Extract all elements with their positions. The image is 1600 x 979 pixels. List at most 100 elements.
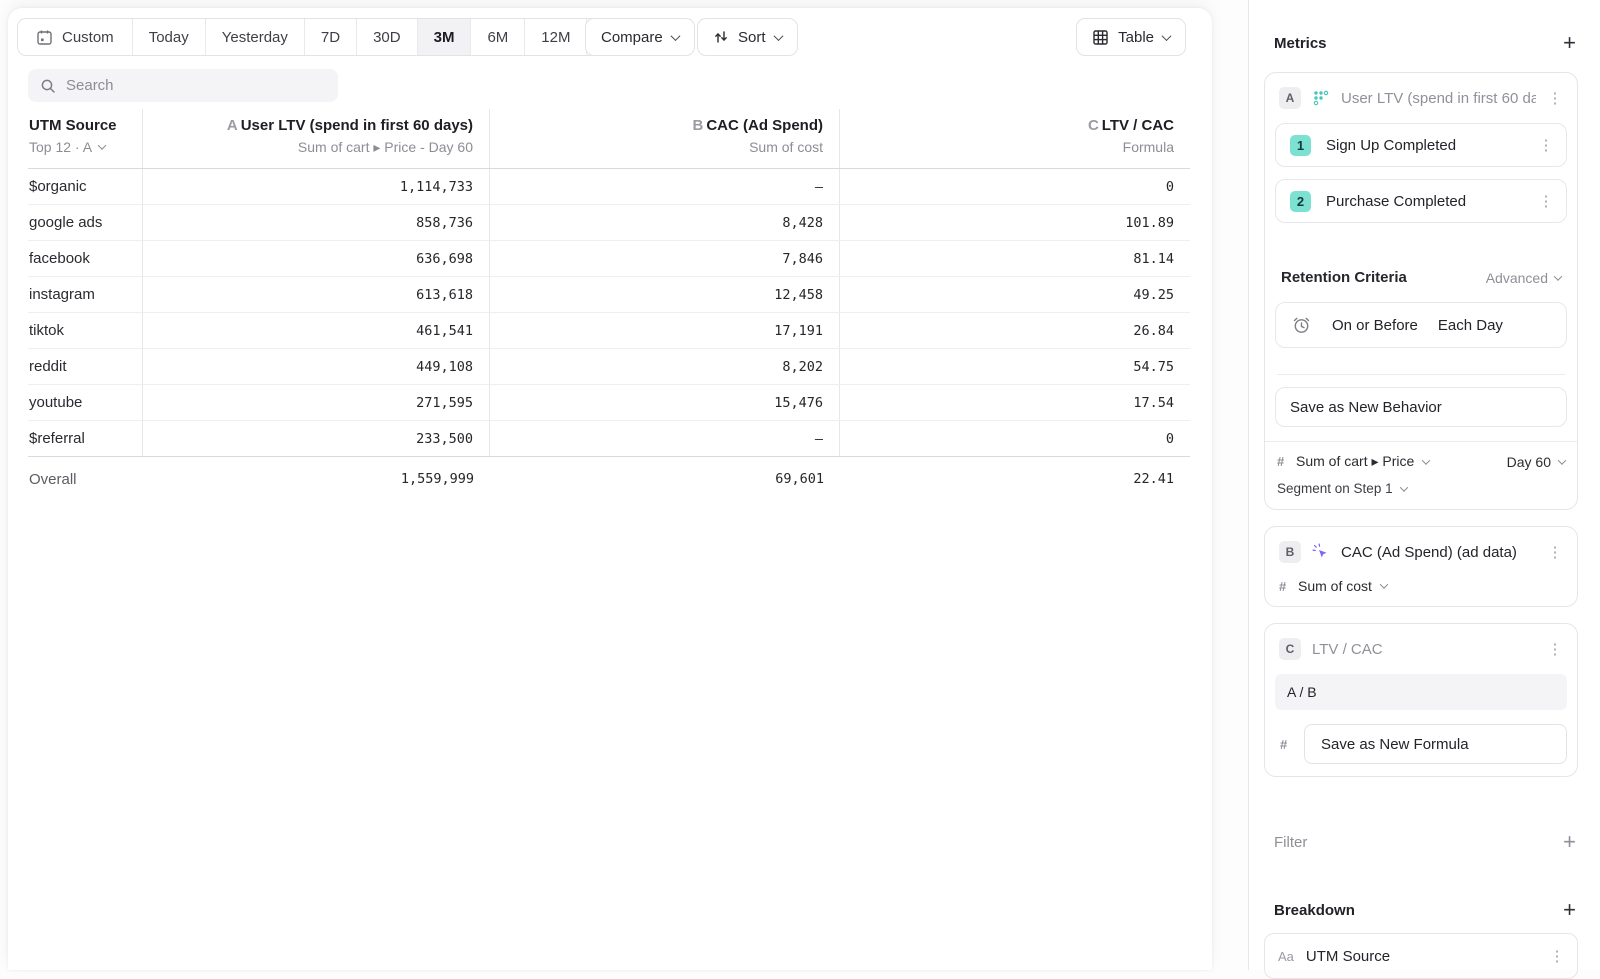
kebab-menu-icon[interactable]: ⋮ [1547, 89, 1563, 107]
criteria-interval[interactable]: Each Day [1438, 317, 1503, 334]
cac-value-cell: 15,476 [490, 385, 840, 420]
cac-value-cell: – [490, 169, 840, 204]
date-range-12m[interactable]: 12M [524, 19, 586, 55]
table-overall-row: Overall 1,559,999 69,601 22.41 [28, 457, 1190, 501]
aggregation-select[interactable]: Sum of cart ▸ Price [1296, 453, 1414, 470]
date-range-3m[interactable]: 3M [417, 19, 471, 55]
save-formula-button[interactable]: Save as New Formula [1304, 724, 1567, 764]
formula-input[interactable]: A / B [1275, 674, 1567, 710]
date-range-today[interactable]: Today [132, 19, 205, 55]
date-range-label: Custom [62, 29, 114, 46]
cac-value-cell: 7,846 [490, 241, 840, 276]
table-row[interactable]: tiktok 461,541 17,191 26.84 [28, 313, 1190, 349]
table-row[interactable]: $referral 233,500 – 0 [28, 421, 1190, 457]
metric-card-b: B CAC (Ad Spend) (ad data) ⋮ # Sum of co… [1264, 526, 1578, 607]
date-range-yesterday[interactable]: Yesterday [205, 19, 304, 55]
kebab-menu-icon[interactable]: ⋮ [1549, 947, 1565, 965]
criteria-condition[interactable]: On or Before [1332, 317, 1418, 334]
table-row[interactable]: youtube 271,595 15,476 17.54 [28, 385, 1190, 421]
retention-criteria-row[interactable]: On or Before Each Day [1275, 302, 1567, 348]
chevron-down-icon [1558, 456, 1566, 464]
behavioral-metric-icon [1312, 89, 1330, 107]
date-range-custom[interactable]: Custom [18, 19, 132, 55]
table-header-row: UTM Source Top 12 · A AUser LTV (spend i… [28, 109, 1190, 169]
kebab-menu-icon[interactable]: ⋮ [1538, 192, 1554, 210]
chevron-down-icon[interactable] [98, 141, 106, 149]
date-range-30d[interactable]: 30D [356, 19, 417, 55]
kebab-menu-icon[interactable]: ⋮ [1547, 543, 1563, 561]
ratio-value-cell: 81.14 [840, 241, 1190, 276]
sort-button[interactable]: Sort [697, 18, 798, 56]
metric-a-footer: # Sum of cart ▸ Price Day 60 Segment on … [1265, 441, 1577, 509]
overall-ltv: 1,559,999 [143, 457, 490, 501]
row-header-title: UTM Source [29, 117, 142, 134]
chevron-down-icon [1422, 456, 1430, 464]
overall-ratio: 22.41 [840, 457, 1190, 501]
ratio-value-cell: 54.75 [840, 349, 1190, 384]
segment-select[interactable]: Segment on Step 1 [1277, 481, 1565, 496]
advanced-toggle[interactable]: Advanced [1486, 270, 1561, 286]
add-metric-button[interactable]: + [1563, 34, 1576, 52]
add-breakdown-button[interactable]: + [1563, 901, 1576, 919]
save-behavior-button[interactable]: Save as New Behavior [1275, 387, 1567, 427]
filter-title: Filter [1274, 834, 1307, 851]
table-row[interactable]: facebook 636,698 7,846 81.14 [28, 241, 1190, 277]
date-range-6m[interactable]: 6M [470, 19, 524, 55]
metric-title[interactable]: LTV / CAC [1312, 641, 1536, 658]
kebab-menu-icon[interactable]: ⋮ [1538, 136, 1554, 154]
utm-source-cell: $organic [28, 178, 87, 195]
table-row[interactable]: google ads 858,736 8,428 101.89 [28, 205, 1190, 241]
table-body: $organic 1,114,733 – 0 google ads 858,73… [28, 169, 1190, 457]
step-row-1[interactable]: 1 Sign Up Completed ⋮ [1275, 123, 1567, 167]
utm-source-cell: tiktok [28, 322, 64, 339]
table-row[interactable]: instagram 613,618 12,458 49.25 [28, 277, 1190, 313]
aggregation-select[interactable]: # Sum of cost [1275, 578, 1567, 594]
table-row[interactable]: $organic 1,114,733 – 0 [28, 169, 1190, 205]
cac-value-cell: 12,458 [490, 277, 840, 312]
ltv-value-cell: 1,114,733 [143, 169, 490, 204]
breakdown-table: UTM Source Top 12 · A AUser LTV (spend i… [28, 109, 1190, 501]
divider [1277, 374, 1565, 375]
step-row-2[interactable]: 2 Purchase Completed ⋮ [1275, 179, 1567, 223]
ltv-value-cell: 613,618 [143, 277, 490, 312]
step-number-badge: 2 [1290, 191, 1311, 212]
metric-title[interactable]: CAC (Ad Spend) (ad data) [1341, 544, 1536, 561]
column-header-a[interactable]: AUser LTV (spend in first 60 days) Sum o… [143, 109, 490, 168]
breakdown-item[interactable]: Aa UTM Source ⋮ [1264, 933, 1578, 979]
view-type-button[interactable]: Table [1076, 18, 1186, 56]
overall-cac: 69,601 [490, 457, 840, 501]
metric-card-a: A User LTV (spend in first 60 da... ⋮ 1 … [1264, 72, 1578, 510]
column-header-b[interactable]: BCAC (Ad Spend) Sum of cost [490, 109, 840, 168]
table-row[interactable]: reddit 449,108 8,202 54.75 [28, 349, 1190, 385]
add-filter-button[interactable]: + [1563, 833, 1576, 851]
alarm-clock-icon [1291, 315, 1312, 336]
ratio-value-cell: 26.84 [840, 313, 1190, 348]
number-type-icon: # [1277, 454, 1287, 469]
row-header-column[interactable]: UTM Source Top 12 · A [28, 109, 143, 168]
metric-title[interactable]: User LTV (spend in first 60 da... [1341, 90, 1536, 107]
utm-source-cell: reddit [28, 358, 67, 375]
ratio-value-cell: 0 [840, 421, 1190, 456]
ratio-value-cell: 49.25 [840, 277, 1190, 312]
kebab-menu-icon[interactable]: ⋮ [1547, 640, 1563, 658]
utm-source-cell: youtube [28, 394, 82, 411]
ad-data-sparkle-icon [1312, 543, 1330, 561]
search-input[interactable] [66, 77, 326, 94]
utm-source-cell: facebook [28, 250, 90, 267]
ratio-value-cell: 0 [840, 169, 1190, 204]
number-type-icon: # [1280, 737, 1290, 752]
column-header-c[interactable]: CLTV / CAC Formula [840, 109, 1190, 168]
ratio-value-cell: 101.89 [840, 205, 1190, 240]
day-window-select[interactable]: Day 60 [1507, 454, 1565, 470]
compare-button[interactable]: Compare [585, 18, 695, 56]
ltv-value-cell: 271,595 [143, 385, 490, 420]
metric-letter-badge: C [1279, 638, 1301, 660]
chevron-down-icon [1554, 272, 1562, 280]
search-box[interactable] [28, 69, 338, 102]
ltv-value-cell: 636,698 [143, 241, 490, 276]
row-header-sub: Top 12 · A [29, 139, 92, 155]
number-type-icon: # [1279, 579, 1289, 594]
ltv-value-cell: 858,736 [143, 205, 490, 240]
cac-value-cell: 8,428 [490, 205, 840, 240]
date-range-7d[interactable]: 7D [304, 19, 356, 55]
